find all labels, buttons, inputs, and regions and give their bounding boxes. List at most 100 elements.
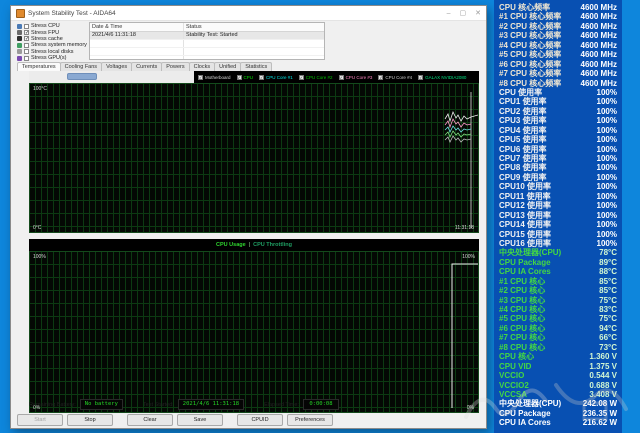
sensor-label: CPU10 使用率 [499, 182, 551, 191]
sensor-value: 4600 MHz [581, 69, 617, 78]
sensor-value: 89°C [599, 258, 617, 267]
cpu-usage-graph: CPU Usage | CPU Throttling 100% 100% 0% … [29, 239, 479, 413]
save-button[interactable]: Save [177, 414, 223, 426]
sensor-row: #4 CPU 核心频率4600 MHz [499, 41, 617, 50]
sensor-value: 4600 MHz [581, 22, 617, 31]
sensor-label: VCCIO2 [499, 381, 529, 390]
sensor-label: #7 CPU 核心 [499, 333, 545, 342]
table-row-empty [90, 48, 324, 56]
sensor-value: 75°C [599, 314, 617, 323]
window-titlebar[interactable]: System Stability Test - AIDA64 – ▢ ✕ [11, 6, 486, 21]
sensor-value: 100% [597, 116, 617, 125]
stress-option-stress-gpu-s[interactable]: Stress GPU(s) [17, 55, 91, 61]
table-row[interactable]: 2021/4/6 11:31:18Stability Test: Started [90, 32, 324, 40]
legend-checkbox[interactable]: ✓ [198, 75, 203, 80]
checkbox[interactable] [24, 49, 29, 54]
window-title: System Stability Test - AIDA64 [28, 10, 116, 17]
tab-temperatures[interactable]: Temperatures [17, 62, 61, 71]
sensor-row: #2 CPU 核心 85°C [499, 286, 617, 295]
sensor-value: 75°C [599, 296, 617, 305]
tab-statistics[interactable]: Statistics [240, 62, 272, 71]
sensor-value: 1.360 V [589, 352, 617, 361]
checkbox[interactable] [24, 56, 29, 61]
sensor-row: CPU8 使用率100% [499, 163, 617, 172]
gpu-icon [17, 56, 22, 61]
column-header-datetime[interactable]: Date & Time [90, 23, 184, 31]
legend-item-cpu-core-4[interactable]: ✓CPU Core #4 [378, 75, 412, 80]
cpuid-button[interactable]: CPUID [237, 414, 283, 426]
title-separator: | [249, 242, 250, 248]
sensor-row: CPU13 使用率100% [499, 211, 617, 220]
checkbox[interactable] [24, 43, 29, 48]
tab-cooling-fans[interactable]: Cooling Fans [60, 62, 102, 71]
sensor-value: 100% [597, 88, 617, 97]
sensor-label: #5 CPU 核心频率 [499, 50, 561, 59]
sensor-row: CPU16 使用率100% [499, 239, 617, 248]
sensor-value: 4600 MHz [581, 60, 617, 69]
stress-option-stress-system-memory[interactable]: Stress system memory [17, 42, 91, 48]
legend-label: CPU Core #1 [266, 75, 293, 80]
sensor-row: VCCIO0.544 V [499, 371, 617, 380]
legend-checkbox[interactable]: ✓ [299, 75, 304, 80]
sensor-value: 4600 MHz [581, 31, 617, 40]
sensor-row: CPU5 使用率100% [499, 135, 617, 144]
minimize-icon[interactable]: – [447, 10, 451, 17]
cpu-usage-label: CPU Usage [216, 242, 246, 248]
sensor-row: #5 CPU 核心75°C [499, 314, 617, 323]
disk-icon [17, 49, 22, 54]
sensor-row: CPU12 使用率100% [499, 201, 617, 210]
legend-label: CPU [244, 75, 254, 80]
column-header-status[interactable]: Status [184, 23, 324, 31]
legend-checkbox[interactable]: ✓ [418, 75, 423, 80]
preferences-button[interactable]: Preferences [287, 414, 333, 426]
legend-label: Motherboard [205, 75, 231, 80]
graph-hscrollbar-thumb[interactable] [67, 73, 97, 80]
checkbox[interactable]: ✓ [24, 36, 29, 41]
fpu-icon [17, 30, 22, 35]
clear-button[interactable]: Clear [127, 414, 173, 426]
tab-voltages[interactable]: Voltages [101, 62, 132, 71]
checkbox[interactable] [24, 24, 29, 29]
stop-button[interactable]: Stop [67, 414, 113, 426]
legend-item-cpu-core-2[interactable]: ✓CPU Core #2 [299, 75, 333, 80]
sensor-label: CPU IA Cores [499, 418, 551, 427]
graph-tabs: TemperaturesCooling FansVoltagesCurrents… [17, 62, 271, 71]
sensor-value: 100% [597, 182, 617, 191]
maximize-icon[interactable]: ▢ [460, 10, 467, 17]
sensor-label: CPU9 使用率 [499, 173, 547, 182]
cache-icon [17, 36, 22, 41]
tab-unified[interactable]: Unified [214, 62, 241, 71]
sensor-label: #8 CPU 核心 [499, 343, 545, 352]
legend-item-motherboard[interactable]: ✓Motherboard [198, 75, 231, 80]
window-controls: – ▢ ✕ [447, 10, 481, 17]
sensor-row: CPU3 使用率100% [499, 116, 617, 125]
sensor-label: #4 CPU 核心频率 [499, 41, 561, 50]
close-icon[interactable]: ✕ [475, 10, 481, 17]
sensor-label: CPU5 使用率 [499, 135, 547, 144]
sensor-label: #2 CPU 核心 [499, 286, 545, 295]
checkbox[interactable]: ✓ [24, 30, 29, 35]
legend-item-cpu-core-1[interactable]: ✓CPU Core #1 [259, 75, 293, 80]
legend-checkbox[interactable]: ✓ [339, 75, 344, 80]
sensor-value: 100% [597, 97, 617, 106]
legend-item-cpu[interactable]: ✓CPU [237, 75, 254, 80]
legend-checkbox[interactable]: ✓ [237, 75, 242, 80]
stress-option-label: Stress cache [31, 36, 63, 42]
graph-hscrollbar[interactable] [29, 71, 194, 83]
table-body: 2021/4/6 11:31:18Stability Test: Started [90, 32, 324, 60]
sensor-value: 4600 MHz [581, 12, 617, 21]
legend-item-galax-nvidia2080[interactable]: ✓GALAX NVIDIA2080 [418, 75, 466, 80]
sensor-label: CPU4 使用率 [499, 126, 547, 135]
sensor-value: 236.35 W [583, 409, 617, 418]
legend-checkbox[interactable]: ✓ [378, 75, 383, 80]
elapsed-time-label: Elapsed Time: [264, 402, 299, 408]
sensor-value: 85°C [599, 286, 617, 295]
legend-checkbox[interactable]: ✓ [259, 75, 264, 80]
tab-clocks[interactable]: Clocks [189, 62, 216, 71]
cell-empty [184, 48, 324, 55]
cell-status: Stability Test: Started [184, 32, 324, 39]
temperature-graph: ✓Motherboard✓CPU✓CPU Core #1✓CPU Core #2… [29, 71, 479, 233]
tab-currents[interactable]: Currents [131, 62, 162, 71]
legend-item-cpu-core-3[interactable]: ✓CPU Core #3 [339, 75, 373, 80]
tab-powers[interactable]: Powers [161, 62, 189, 71]
